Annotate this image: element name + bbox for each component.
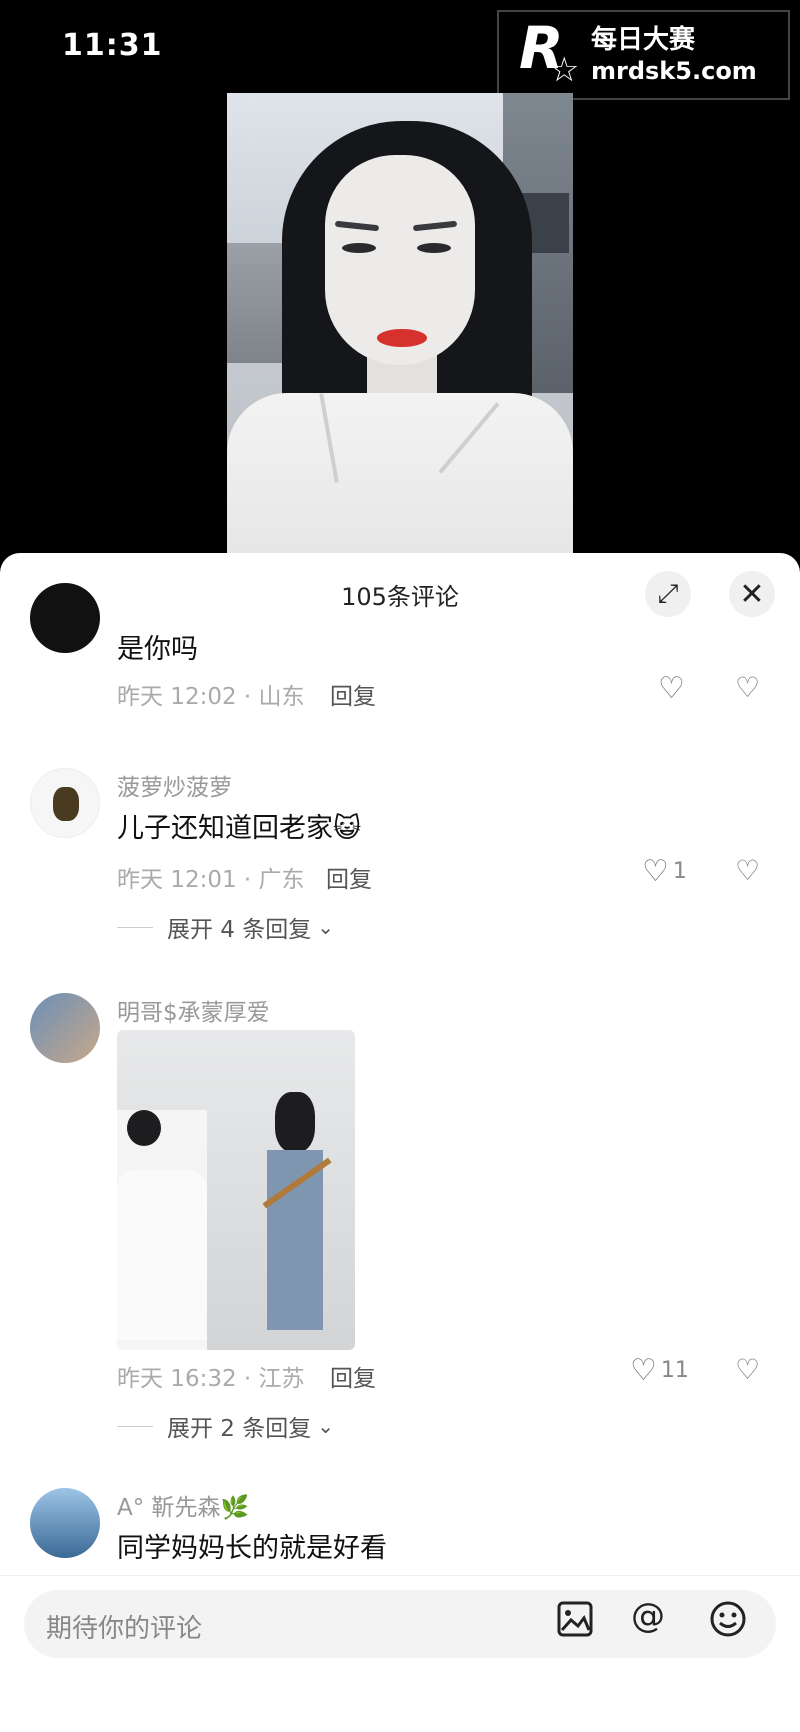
avatar[interactable]	[30, 583, 100, 653]
heart-icon: ♡	[630, 1353, 657, 1388]
comment-meta: 昨天 16:32 · 江苏	[117, 1366, 305, 1392]
status-time: 11:31	[62, 28, 163, 63]
reply-button[interactable]: 回复	[330, 677, 376, 711]
emoji: 😺	[333, 813, 362, 844]
avatar[interactable]	[30, 768, 100, 838]
avatar[interactable]	[30, 993, 100, 1063]
comment-text: 儿子还知道回老家😺	[117, 813, 362, 844]
comment-input-placeholder: 期待你的评论	[46, 1614, 203, 1644]
expand-button[interactable]: ⤢	[645, 571, 691, 617]
broken-heart-icon: ♡	[735, 1353, 761, 1386]
comment-image-thumbnail[interactable]	[117, 1030, 355, 1350]
watermark-emblem: R ☆	[513, 14, 583, 90]
like-count: 11	[660, 1358, 689, 1383]
comment-text: 同学妈妈长的就是好看	[117, 1533, 387, 1564]
like-count: 1	[672, 859, 687, 884]
expand-replies-button[interactable]: 展开 4 条回复 ⌄	[117, 910, 334, 944]
emoji: 🌿	[220, 1495, 250, 1521]
watermark-url: mrdsk5.com	[591, 57, 757, 85]
watermark-title: 每日大赛	[591, 25, 696, 55]
comments-sheet: 105条评论 ⤢ ✕ 是你吗 昨天 12:02 · 山东 回复 ♡ ♡ 菠萝炒菠…	[0, 553, 800, 1732]
dislike-button[interactable]: ♡	[735, 1353, 760, 1386]
watermark-logo: R ☆ 每日大赛 mrdsk5.com	[497, 10, 790, 100]
comment-input-bar: 期待你的评论 @	[0, 1575, 800, 1732]
dislike-button[interactable]: ♡	[735, 671, 760, 704]
star-icon: ☆	[549, 50, 580, 90]
video-building-left	[227, 243, 287, 363]
broken-heart-icon: ♡	[735, 854, 761, 887]
dislike-button[interactable]: ♡	[735, 854, 760, 887]
comment-username[interactable]: 明哥$承蒙厚爱	[117, 993, 270, 1027]
like-button[interactable]: ♡ 11	[630, 1353, 689, 1388]
reply-button[interactable]: 回复	[326, 860, 372, 894]
like-button[interactable]: ♡	[658, 671, 685, 706]
expand-replies-button[interactable]: 展开 2 条回复 ⌄	[117, 1409, 334, 1443]
heart-icon: ♡	[658, 671, 685, 706]
like-button[interactable]: ♡ 1	[642, 854, 687, 889]
heart-icon: ♡	[642, 854, 669, 889]
video-person-shirt	[227, 393, 573, 553]
image-icon[interactable]	[556, 1600, 594, 1647]
comment-username[interactable]: 菠萝炒菠萝	[117, 768, 232, 802]
video-player[interactable]	[227, 93, 573, 553]
app-screen: 11:31 R ☆ 每日大赛 mrdsk5.com 105条评论 ⤢ ✕ 是你吗…	[0, 0, 800, 1732]
expand-icon: ⤢	[657, 578, 679, 609]
avatar[interactable]	[30, 1488, 100, 1558]
comment-meta: 昨天 12:01 · 广东	[117, 867, 305, 893]
emoji-icon[interactable]	[709, 1600, 747, 1647]
chevron-down-icon: ⌄	[317, 1414, 335, 1438]
comment-username[interactable]: A° 靳先森🌿	[117, 1488, 249, 1522]
at-icon[interactable]: @	[631, 1596, 665, 1636]
reply-button[interactable]: 回复	[330, 1359, 376, 1393]
comments-header: 105条评论 ⤢ ✕	[0, 553, 800, 633]
broken-heart-icon: ♡	[735, 671, 761, 704]
close-button[interactable]: ✕	[729, 571, 775, 617]
comment-text: 是你吗	[117, 634, 198, 665]
close-icon: ✕	[739, 576, 765, 612]
chevron-down-icon: ⌄	[317, 915, 335, 939]
comment-meta: 昨天 12:02 · 山东	[117, 684, 305, 710]
